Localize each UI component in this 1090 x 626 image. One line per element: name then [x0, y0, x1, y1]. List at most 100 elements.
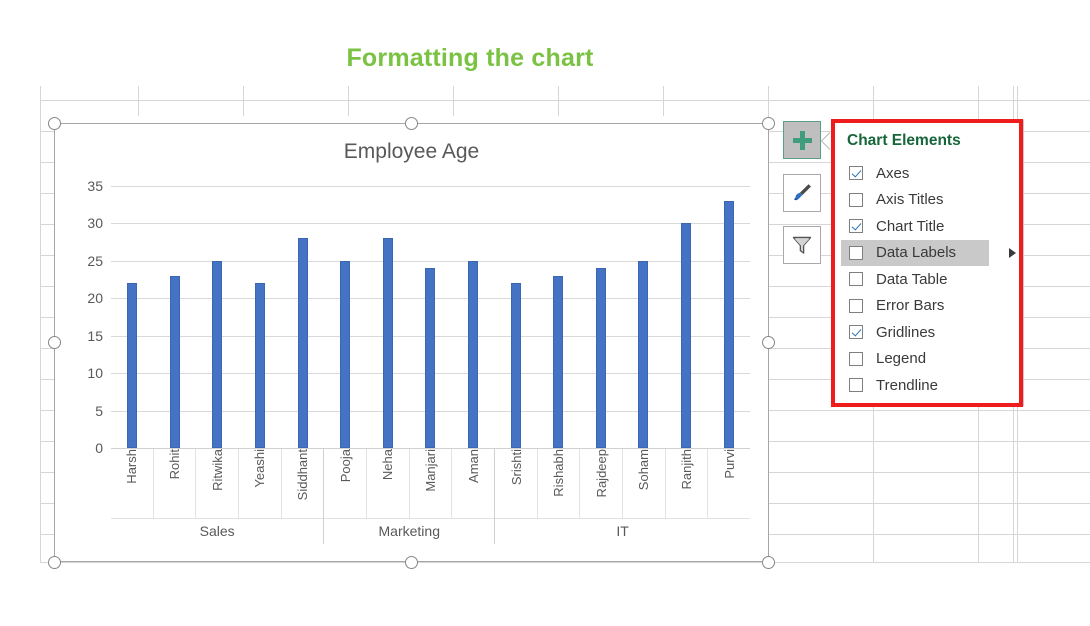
bar[interactable] — [595, 268, 606, 448]
chart-element-row-gridlines[interactable]: Gridlines — [841, 319, 1015, 346]
bar-slot — [622, 186, 665, 448]
bar[interactable] — [510, 283, 521, 448]
bar[interactable] — [169, 275, 180, 448]
checkbox-data-table[interactable] — [849, 272, 863, 287]
category-group-label: IT — [495, 517, 750, 544]
category-tick-label: Rishabh — [538, 449, 581, 518]
sheet-gridline — [558, 86, 559, 116]
checkbox-error-bars[interactable] — [849, 298, 863, 313]
bar-series — [111, 186, 750, 448]
selection-handle-middle-left[interactable] — [48, 336, 61, 349]
category-tick-label: Manjari — [410, 449, 453, 518]
bar[interactable] — [340, 260, 351, 448]
selection-handle-middle-right[interactable] — [762, 336, 775, 349]
bar[interactable] — [255, 283, 266, 448]
bar-slot — [111, 186, 154, 448]
selection-handle-top-left[interactable] — [48, 117, 61, 130]
chart-element-label: Axes — [876, 164, 910, 182]
chart-element-label: Legend — [876, 350, 927, 368]
chart-element-label: Data Table — [876, 270, 948, 288]
y-axis-tick-label: 20 — [87, 290, 103, 307]
category-tick-label: Rohit — [154, 449, 197, 518]
sheet-gridline — [40, 86, 41, 562]
category-tick-label: Siddhant — [295, 449, 311, 501]
bar[interactable] — [553, 275, 564, 448]
y-axis-tick-label: 5 — [95, 402, 103, 419]
bar-slot — [367, 186, 410, 448]
checkbox-gridlines[interactable] — [849, 325, 863, 340]
category-tick-label: Pooja — [324, 449, 368, 518]
selection-handle-bottom-center[interactable] — [405, 556, 418, 569]
checkbox-axes[interactable] — [849, 166, 863, 181]
bar[interactable] — [638, 260, 649, 448]
checkbox-legend[interactable] — [849, 351, 863, 366]
bar-slot — [196, 186, 239, 448]
checkbox-trendline[interactable] — [849, 378, 863, 393]
category-tick-label: Rajdeep — [580, 449, 624, 518]
bar-slot — [494, 186, 537, 448]
plus-icon — [792, 130, 812, 150]
category-axis: Harsh Rohit Ritwika Yeashi Siddhant Sales Pooj… — [111, 448, 750, 544]
y-axis-tick-label: 25 — [87, 252, 103, 269]
sheet-gridline — [40, 562, 1090, 563]
paintbrush-icon — [794, 184, 811, 201]
category-tick-label: Purvi — [721, 449, 737, 479]
bar-slot — [580, 186, 623, 448]
checkbox-axis-titles[interactable] — [849, 192, 863, 207]
bar-slot — [707, 186, 750, 448]
checkbox-chart-title[interactable] — [849, 219, 863, 234]
bar-slot — [409, 186, 452, 448]
selection-handle-top-center[interactable] — [405, 117, 418, 130]
category-tick-label: Ritwika — [196, 449, 240, 518]
checkbox-data-labels[interactable] — [849, 245, 863, 260]
category-tick-label: Neha — [367, 449, 410, 518]
selection-handle-top-right[interactable] — [762, 117, 775, 130]
bar[interactable] — [723, 200, 734, 448]
chart-element-row-error-bars[interactable]: Error Bars — [841, 293, 1015, 320]
chart-element-row-data-labels[interactable]: Data Labels — [841, 239, 1016, 266]
y-axis-tick-label: 30 — [87, 215, 103, 232]
category-tick-label: Harsh — [111, 449, 154, 518]
bar[interactable] — [468, 260, 479, 448]
chart-elements-panel: Chart Elements Axes Axis Titles Chart Titl… — [832, 120, 1024, 406]
category-group-label: Marketing — [324, 517, 495, 544]
chart-element-row-axes[interactable]: Axes — [841, 160, 1015, 187]
chart-title[interactable]: Employee Age — [55, 140, 768, 164]
category-group: Srishti Rishabh Rajdeep Soham Ranjith Purvi IT — [495, 449, 750, 544]
submenu-arrow-icon[interactable] — [1009, 247, 1016, 258]
category-group: Pooja Neha Manjari Aman Marketing — [324, 449, 496, 544]
chart-element-label: Data Labels — [876, 244, 957, 262]
chart-element-row-legend[interactable]: Legend — [841, 346, 1015, 373]
chart-element-row-trendline[interactable]: Trendline — [841, 372, 1015, 399]
selection-handle-bottom-left[interactable] — [48, 556, 61, 569]
bar-slot — [154, 186, 197, 448]
bar-slot — [665, 186, 708, 448]
bar[interactable] — [382, 238, 393, 448]
chart-filters-button[interactable] — [783, 226, 821, 264]
sheet-gridline — [138, 86, 139, 116]
sheet-gridline — [453, 86, 454, 116]
bar[interactable] — [212, 260, 223, 448]
bar[interactable] — [127, 283, 138, 448]
bar[interactable] — [297, 238, 308, 448]
chart-element-label: Axis Titles — [876, 191, 944, 209]
bar[interactable] — [681, 223, 692, 448]
chart-object[interactable]: Employee Age 0 5 10 15 20 25 30 35 Harsh Rohit Ri… — [54, 123, 769, 562]
chart-element-label: Trendline — [876, 376, 938, 394]
chart-styles-button[interactable] — [783, 174, 821, 212]
category-tick-label: Ranjith — [666, 449, 709, 518]
chart-element-row-axis-titles[interactable]: Axis Titles — [841, 187, 1015, 214]
y-axis-tick-label: 10 — [87, 365, 103, 382]
bar-slot — [239, 186, 282, 448]
chart-element-row-data-table[interactable]: Data Table — [841, 266, 1015, 293]
selection-handle-bottom-right[interactable] — [762, 556, 775, 569]
panel-heading: Chart Elements — [847, 132, 961, 149]
category-tick-label: Soham — [623, 449, 666, 518]
callout-pointer — [822, 132, 831, 150]
chart-element-row-chart-title[interactable]: Chart Title — [841, 213, 1015, 240]
y-axis-tick-label: 0 — [95, 440, 103, 456]
chart-elements-button[interactable] — [783, 121, 821, 159]
bar[interactable] — [425, 268, 436, 448]
category-tick-label: Aman — [465, 449, 481, 483]
sheet-gridline — [243, 86, 244, 116]
